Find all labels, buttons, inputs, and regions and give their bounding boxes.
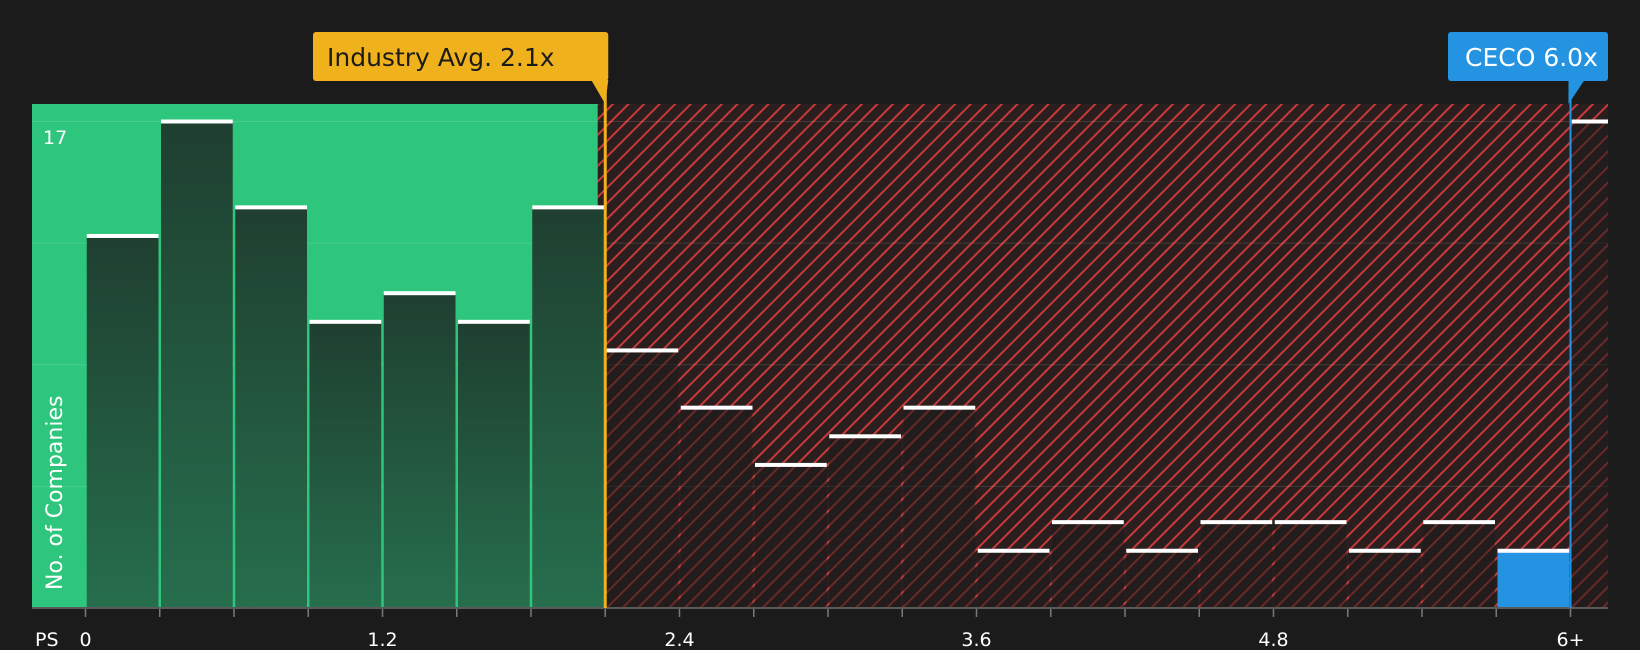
bar-cap <box>1052 520 1124 525</box>
x-axis-label: PS <box>35 629 59 650</box>
histogram-bar <box>309 321 382 608</box>
bar-cap <box>1349 548 1421 553</box>
industry-avg-label: Industry Avg. 2.1x <box>327 43 555 72</box>
histogram-bar <box>1126 550 1198 608</box>
x-tick-label: 4.8 <box>1258 629 1288 650</box>
histogram-bar <box>829 436 901 608</box>
bar-cap <box>977 548 1050 553</box>
x-tick-label: 1.2 <box>367 629 397 650</box>
histogram-bar <box>606 350 679 608</box>
bar-cap <box>606 348 679 353</box>
histogram-bar <box>1349 550 1421 608</box>
x-tick-label: 6+ <box>1556 629 1584 650</box>
y-axis-label: No. of Companies <box>43 396 68 590</box>
histogram-bar <box>680 407 753 608</box>
histogram-bar <box>532 207 604 608</box>
histogram-bar <box>1497 550 1570 608</box>
bar-cap <box>755 462 827 467</box>
bar-cap <box>829 434 901 439</box>
histogram-bar <box>235 207 307 608</box>
bar-cap <box>1200 520 1273 525</box>
histogram-bar <box>1423 522 1495 608</box>
bar-cap <box>1497 548 1570 553</box>
bar-cap <box>161 119 233 124</box>
ps-ratio-histogram: 0 1.2 2.4 3.6 4.8 6+ 17 No. of Companies PS I… <box>32 32 1608 650</box>
bar-cap <box>1423 520 1495 525</box>
company-label: CECO 6.0x <box>1465 43 1598 72</box>
bar-cap <box>532 205 604 210</box>
histogram-bar <box>458 321 530 608</box>
bar-cap <box>1126 548 1198 553</box>
bar-cap <box>680 405 753 410</box>
histogram-bar <box>1052 522 1124 608</box>
histogram-bar <box>1200 522 1273 608</box>
histogram-bar <box>1274 522 1347 608</box>
histogram-bar <box>977 550 1050 608</box>
bar-cap <box>1571 119 1608 124</box>
x-tick-label: 3.6 <box>961 629 991 650</box>
bar-cap <box>86 233 159 238</box>
bar-cap <box>309 319 382 324</box>
y-max-label: 17 <box>43 127 67 149</box>
bar-cap <box>235 205 307 210</box>
bar-cap <box>458 319 530 324</box>
x-tick-label: 0 <box>79 629 91 650</box>
bar-cap <box>383 291 456 296</box>
histogram-bar <box>383 293 456 608</box>
histogram-bar <box>86 235 159 608</box>
bar-cap <box>903 405 976 410</box>
x-tick-label: 2.4 <box>664 629 694 650</box>
bar-cap <box>1274 520 1347 525</box>
histogram-bar <box>1571 121 1608 608</box>
histogram-bar <box>161 121 233 608</box>
histogram-bar <box>755 464 827 608</box>
histogram-bar <box>903 407 976 608</box>
